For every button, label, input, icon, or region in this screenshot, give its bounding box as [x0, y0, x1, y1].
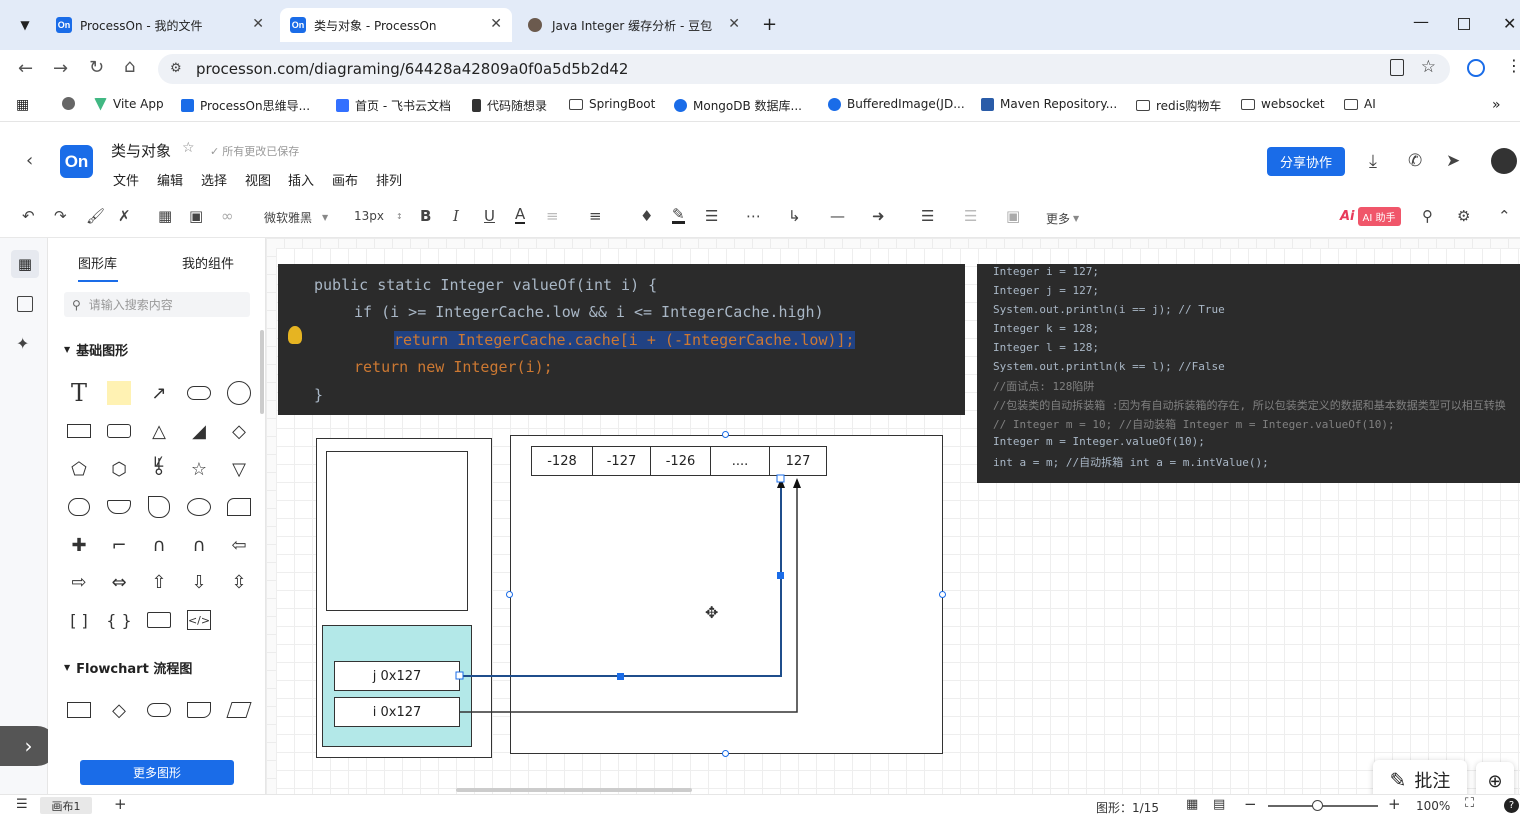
zoom-out-icon[interactable]: −: [1244, 795, 1257, 813]
connector-i-to-127: [460, 480, 798, 713]
zoom-level[interactable]: 100%: [1416, 799, 1450, 813]
connector-handle: [777, 572, 784, 579]
zoom-slider-thumb[interactable]: [1312, 800, 1323, 811]
connector-handle: [617, 673, 624, 680]
annotate-label: 批注: [1414, 771, 1451, 792]
pen-icon: ✎: [1389, 768, 1407, 792]
panel-scrollbar[interactable]: [260, 330, 264, 414]
canvas-tab-1[interactable]: 画布1: [40, 797, 92, 814]
fullscreen-icon[interactable]: ⛶: [1465, 796, 1474, 811]
arrowhead: [793, 478, 801, 488]
zoom-in-icon[interactable]: +: [1388, 795, 1401, 813]
reference-connectors[interactable]: [0, 0, 1520, 815]
page-view-icon[interactable]: ▦: [1186, 797, 1198, 812]
layers-icon[interactable]: ☰: [16, 797, 28, 812]
connector-endpoint: [455, 671, 464, 680]
book-view-icon[interactable]: ▤: [1213, 797, 1225, 812]
zoom-slider[interactable]: [1268, 805, 1378, 807]
canvas-scrollbar[interactable]: [456, 788, 692, 792]
add-canvas-icon[interactable]: +: [114, 795, 127, 813]
help-icon[interactable]: ?: [1504, 798, 1519, 813]
connector-endpoint: [776, 474, 785, 483]
connector-j-to-127: [460, 480, 782, 677]
status-bar: ☰ 画布1 + 图形：1/15 ▦ ▤ − + 100% ⛶ ?: [0, 794, 1520, 815]
shape-count: 图形：1/15: [1096, 801, 1159, 815]
